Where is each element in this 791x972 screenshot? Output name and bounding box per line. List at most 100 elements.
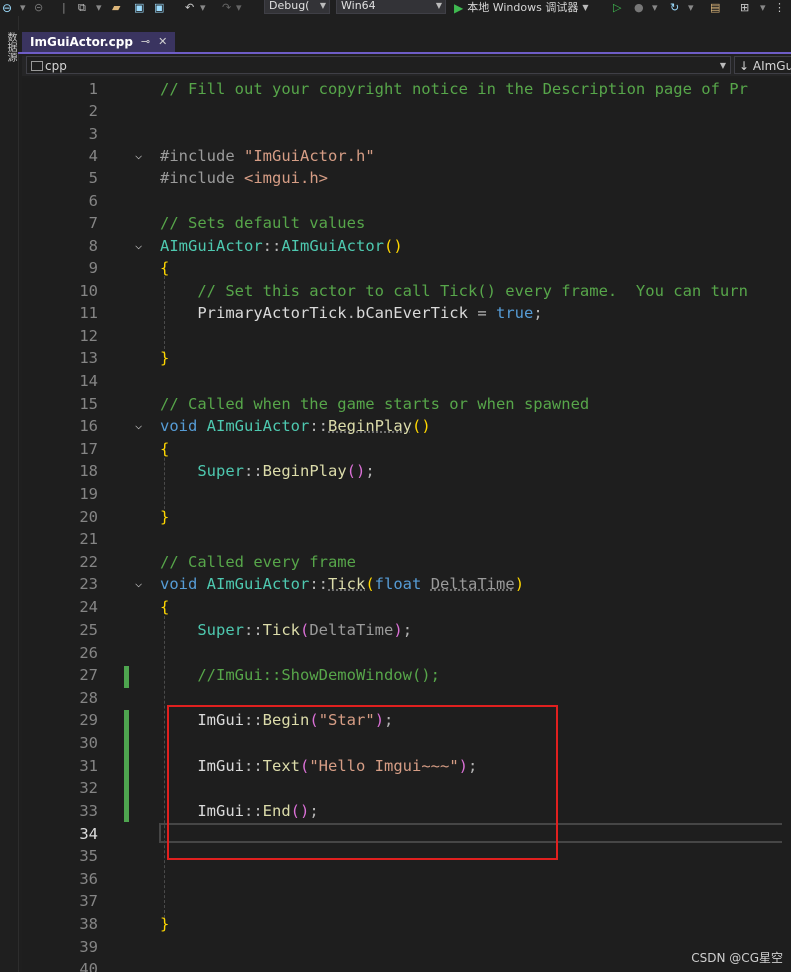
dropdown-arrow-icon[interactable]: ▾ <box>96 0 102 16</box>
line-code: // Called when the game starts or when s… <box>160 395 590 413</box>
new-project-icon[interactable]: ⧉ <box>78 0 86 16</box>
line-code: { <box>160 440 170 458</box>
chevron-down-icon: ▼ <box>319 1 326 10</box>
line-number: 22 <box>79 553 98 571</box>
line-number: 35 <box>79 847 98 865</box>
code-line: 40 <box>22 958 791 972</box>
hot-reload-icon[interactable]: ● <box>634 0 644 16</box>
line-code: Super::Tick(DeltaTime); <box>197 621 413 639</box>
dropdown-arrow-icon[interactable]: ▾ <box>236 0 242 16</box>
fold-chevron-icon[interactable]: ⌵ <box>135 149 142 161</box>
document-tab-bar: ImGuiActor.cpp ⊸ ✕ <box>18 30 791 54</box>
vertical-scrollbar[interactable] <box>782 78 791 972</box>
line-code: void AImGuiActor::BeginPlay() <box>160 417 431 435</box>
fold-chevron-icon[interactable]: ⌵ <box>135 419 142 431</box>
line-number: 33 <box>79 802 98 820</box>
window-layout-icon[interactable]: ⊞ <box>740 0 749 16</box>
line-code: } <box>160 508 170 526</box>
line-code: { <box>160 259 170 277</box>
platform-select[interactable]: Win64 ▼ <box>336 0 446 14</box>
line-code: } <box>160 915 170 933</box>
save-all-icon[interactable]: ▣ <box>154 0 164 16</box>
refresh-icon[interactable]: ↻ <box>670 0 679 16</box>
open-folder-icon[interactable]: ▰ <box>112 0 120 16</box>
back-icon[interactable]: ⊖ <box>2 0 12 16</box>
line-code: // Sets default values <box>160 214 366 232</box>
line-code: { <box>160 598 170 616</box>
navigation-bar: cpp ▼ ↓ AImGu <box>22 56 791 76</box>
data-sources-tab[interactable]: 数据源 <box>3 32 18 62</box>
side-panel-strip: 数据源 <box>0 16 19 972</box>
line-code: #include "ImGuiActor.h" <box>160 147 375 165</box>
line-number: 2 <box>88 102 98 120</box>
run-label: 本地 Windows 调试器 <box>467 1 579 14</box>
line-number: 15 <box>79 395 98 413</box>
dropdown-arrow-icon[interactable]: ▾ <box>20 0 26 16</box>
code-line: 6 <box>22 190 791 212</box>
solution-explorer-icon[interactable]: ▤ <box>710 0 720 16</box>
line-number: 19 <box>79 485 98 503</box>
line-number: 9 <box>88 259 98 277</box>
code-line: 39 <box>22 936 791 958</box>
code-line: 12 <box>22 325 791 347</box>
save-icon[interactable]: ▣ <box>134 0 144 16</box>
forward-icon[interactable]: ⊝ <box>34 0 43 16</box>
pin-icon[interactable]: ⊸ <box>141 32 150 52</box>
line-code: AImGuiActor::AImGuiActor() <box>160 237 403 255</box>
start-debugging-button[interactable]: ▶ 本地 Windows 调试器 ▼ <box>454 0 589 16</box>
fold-chevron-icon[interactable]: ⌵ <box>135 577 142 589</box>
line-number: 40 <box>79 960 98 972</box>
line-number: 13 <box>79 349 98 367</box>
line-number: 11 <box>79 304 98 322</box>
code-line: 1 // Fill out your copyright notice in t… <box>22 78 791 100</box>
member-dropdown[interactable]: ↓ AImGu <box>734 56 791 74</box>
code-line: 14 <box>22 370 791 392</box>
scope-dropdown[interactable]: cpp ▼ <box>26 56 731 74</box>
code-line: 11 PrimaryActorTick.bCanEverTick = true; <box>22 302 791 324</box>
line-number: 4 <box>88 147 98 165</box>
redo-icon[interactable]: ↷ <box>222 0 231 16</box>
dropdown-arrow-icon[interactable]: ▾ <box>200 0 206 16</box>
config-select-value: Debug( <box>269 0 310 12</box>
chevron-down-icon: ▼ <box>582 3 589 12</box>
line-number: 12 <box>79 327 98 345</box>
code-line: 26 <box>22 642 791 664</box>
code-line: 8 ⌵ AImGuiActor::AImGuiActor() <box>22 235 791 257</box>
line-number: 32 <box>79 779 98 797</box>
line-number: 25 <box>79 621 98 639</box>
start-without-debugging-icon[interactable]: ▷ <box>613 0 621 16</box>
line-code: // Set this actor to call Tick() every f… <box>160 282 748 300</box>
tab-imguiactor-cpp[interactable]: ImGuiActor.cpp ⊸ ✕ <box>22 32 176 52</box>
fold-chevron-icon[interactable]: ⌵ <box>135 239 142 251</box>
code-line: 10 // Set this actor to call Tick() ever… <box>22 280 791 302</box>
line-number: 3 <box>88 125 98 143</box>
code-line: 16 ⌵ void AImGuiActor::BeginPlay() <box>22 415 791 437</box>
close-icon[interactable]: ✕ <box>158 32 167 52</box>
dropdown-arrow-icon[interactable]: ▾ <box>652 0 658 16</box>
line-number: 26 <box>79 644 98 662</box>
line-code: // Called every frame <box>160 553 356 571</box>
line-number: 14 <box>79 372 98 390</box>
code-line: 27 //ImGui::ShowDemoWindow(); <box>22 664 791 686</box>
line-number: 20 <box>79 508 98 526</box>
code-line: 23 ⌵ void AImGuiActor::Tick(float DeltaT… <box>22 573 791 595</box>
undo-icon[interactable]: ↶ <box>185 0 194 16</box>
config-select[interactable]: Debug( ▼ <box>264 0 330 14</box>
more-icon[interactable]: ⋮ <box>774 0 785 16</box>
line-number: 23 <box>79 575 98 593</box>
line-number: 1 <box>88 80 98 98</box>
line-number: 18 <box>79 462 98 480</box>
code-line: 24 { <box>22 596 791 618</box>
code-line: 37 <box>22 890 791 912</box>
dropdown-arrow-icon[interactable]: ▾ <box>688 0 694 16</box>
line-number: 30 <box>79 734 98 752</box>
line-number: 16 <box>79 417 98 435</box>
line-code: #include <imgui.h> <box>160 169 328 187</box>
dropdown-arrow-icon[interactable]: ▾ <box>760 0 766 16</box>
line-number: 37 <box>79 892 98 910</box>
line-number: 39 <box>79 938 98 956</box>
watermark: CSDN @CG星空 <box>691 951 783 965</box>
line-number: 6 <box>88 192 98 210</box>
code-line: 36 <box>22 868 791 890</box>
line-number: 21 <box>79 530 98 548</box>
